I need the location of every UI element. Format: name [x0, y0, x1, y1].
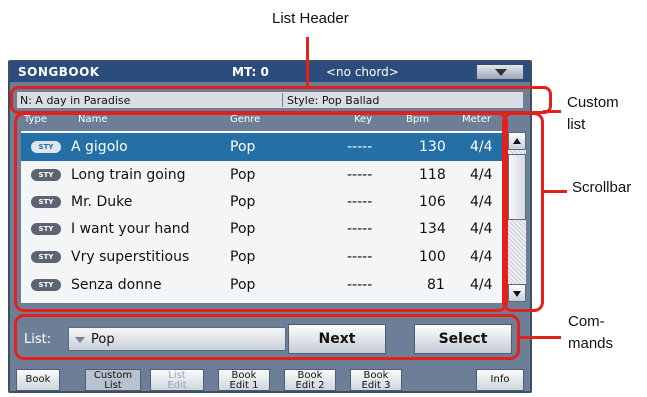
- tab-book-edit-3[interactable]: Book Edit 3: [350, 369, 402, 391]
- tab-custom-list[interactable]: Custom List: [85, 369, 141, 391]
- tab-info[interactable]: Info: [476, 369, 524, 391]
- master-transpose: MT: 0: [232, 65, 269, 79]
- tab-label: Edit 1: [229, 380, 259, 391]
- tab-bar: Book Custom List List Edit Book Edit 1 Book…: [10, 367, 530, 391]
- tab-book[interactable]: Book: [16, 369, 60, 391]
- custom-list-highlight: [14, 112, 508, 312]
- tab-list-edit[interactable]: List Edit: [150, 369, 204, 391]
- annotation-scrollbar: Scrollbar: [572, 179, 632, 196]
- tab-label: Edit 3: [361, 380, 391, 391]
- tab-label: Edit 2: [295, 380, 325, 391]
- tab-label: Edit: [167, 380, 187, 391]
- scrollbar-highlight: [502, 112, 544, 312]
- chord-display: <no chord>: [326, 65, 399, 79]
- title-bar: SONGBOOK MT: 0 <no chord>: [10, 62, 530, 82]
- tab-label: Info: [490, 374, 510, 385]
- annotation-commands: Com- mands: [568, 313, 614, 352]
- tab-label: Book: [25, 374, 51, 385]
- tab-book-edit-2[interactable]: Book Edit 2: [284, 369, 336, 391]
- scrollbar-leader: [543, 190, 567, 193]
- page-menu-button[interactable]: [476, 64, 524, 80]
- commands-highlight: [14, 314, 520, 360]
- custom-list-leader: [543, 110, 561, 113]
- annotation-list-header: List Header: [272, 10, 349, 27]
- commands-leader: [519, 336, 561, 339]
- list-header-leader: [306, 37, 309, 87]
- list-header-highlight: [10, 86, 552, 114]
- page-title: SONGBOOK: [18, 65, 100, 79]
- tab-label: List: [104, 380, 122, 391]
- tab-book-edit-1[interactable]: Book Edit 1: [218, 369, 270, 391]
- annotation-custom-list: Custom list: [567, 94, 619, 133]
